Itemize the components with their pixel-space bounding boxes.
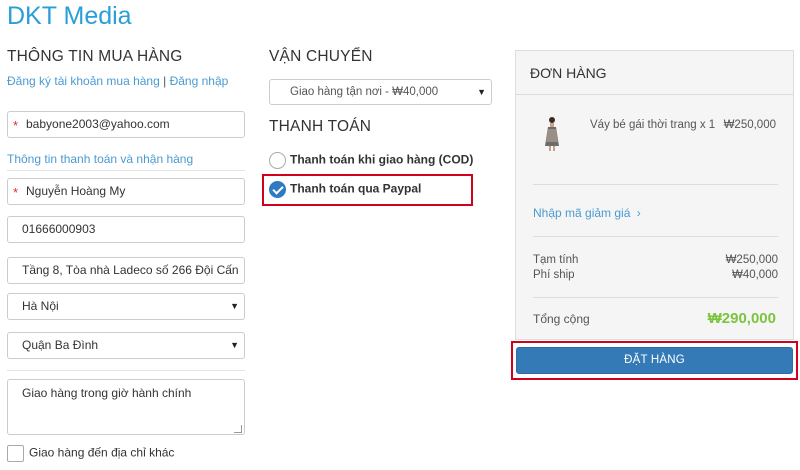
chevron-right-icon: › bbox=[636, 206, 641, 220]
divider bbox=[533, 184, 778, 185]
required-icon: * bbox=[13, 185, 19, 200]
divider bbox=[533, 297, 778, 298]
ship-other-label: Giao hàng đến địa chỉ khác bbox=[29, 445, 175, 460]
divider bbox=[533, 236, 778, 237]
email-field[interactable]: * babyone2003@yahoo.com bbox=[7, 111, 245, 138]
payment-option-cod[interactable]: Thanh toán khi giao hàng (COD) bbox=[269, 152, 473, 169]
required-icon: * bbox=[13, 118, 19, 133]
item-price: ₩250,000 bbox=[723, 119, 776, 131]
subtotal-value: ₩250,000 bbox=[725, 254, 778, 266]
link-separator: | bbox=[163, 74, 167, 88]
order-summary-panel: ĐƠN HÀNG Váy bé gái thời trang x 1 ₩250,… bbox=[515, 50, 794, 340]
caret-down-icon: ▼ bbox=[477, 87, 486, 97]
divider bbox=[7, 170, 245, 171]
total-value: ₩290,000 bbox=[707, 310, 776, 327]
address-field[interactable]: Tầng 8, Tòa nhà Ladeco số 266 Đội Cấn bbox=[7, 257, 245, 284]
cod-radio[interactable] bbox=[269, 152, 286, 169]
ship-other-address-row[interactable]: Giao hàng đến địa chỉ khác bbox=[7, 445, 174, 462]
shipping-fee-label: Phí ship bbox=[533, 269, 575, 281]
delivery-note-value: Giao hàng trong giờ hành chính bbox=[22, 386, 192, 400]
email-value: babyone2003@yahoo.com bbox=[26, 117, 170, 131]
phone-value: 01666000903 bbox=[22, 222, 96, 236]
district-select[interactable]: Quận Ba Đình ▼ bbox=[7, 332, 245, 359]
divider bbox=[7, 370, 245, 371]
cod-label: Thanh toán khi giao hàng (COD) bbox=[290, 152, 474, 167]
coupon-label: Nhập mã giảm giá bbox=[533, 206, 631, 220]
total-label: Tổng cộng bbox=[533, 312, 590, 326]
order-title: ĐƠN HÀNG bbox=[516, 51, 793, 95]
item-name: Váy bé gái thời trang x 1 bbox=[590, 119, 716, 131]
account-links: Đăng ký tài khoản mua hàng | Đăng nhập bbox=[7, 74, 228, 88]
coupon-link[interactable]: Nhập mã giảm giá › bbox=[533, 206, 641, 220]
address-value: Tầng 8, Tòa nhà Ladeco số 266 Đội Cấn bbox=[22, 263, 239, 277]
shipping-method-select[interactable]: Giao hàng tận nơi - ₩40,000 ▼ bbox=[269, 79, 492, 105]
subtotal-row: Tạm tính ₩250,000 bbox=[533, 254, 778, 266]
full-name-field[interactable]: * Nguyễn Hoàng My bbox=[7, 178, 245, 205]
brand-logo[interactable]: DKT Media bbox=[7, 2, 132, 31]
billing-info-link[interactable]: Thông tin thanh toán và nhận hàng bbox=[7, 152, 193, 166]
shipping-method-value: Giao hàng tận nơi - ₩40,000 bbox=[290, 86, 439, 98]
subtotal-label: Tạm tính bbox=[533, 254, 579, 266]
dress-thumbnail-icon bbox=[545, 117, 559, 151]
delivery-note-field[interactable]: Giao hàng trong giờ hành chính bbox=[7, 379, 245, 435]
city-select[interactable]: Hà Nội ▼ bbox=[7, 293, 245, 320]
ship-other-checkbox[interactable] bbox=[7, 445, 24, 462]
resize-grip-icon[interactable] bbox=[234, 425, 242, 433]
phone-field[interactable]: 01666000903 bbox=[7, 216, 245, 243]
buyer-info-section: THÔNG TIN MUA HÀNG Đăng ký tài khoản mua… bbox=[7, 48, 247, 462]
shipping-fee-row: Phí ship ₩40,000 bbox=[533, 269, 778, 281]
caret-down-icon: ▼ bbox=[230, 301, 239, 311]
place-order-highlight-box bbox=[511, 341, 798, 380]
full-name-value: Nguyễn Hoàng My bbox=[26, 184, 126, 198]
paypal-highlight-box bbox=[262, 174, 473, 206]
district-value: Quận Ba Đình bbox=[22, 338, 99, 352]
caret-down-icon: ▼ bbox=[230, 340, 239, 350]
city-value: Hà Nội bbox=[22, 299, 59, 313]
login-link[interactable]: Đăng nhập bbox=[170, 74, 229, 88]
shipping-fee-value: ₩40,000 bbox=[731, 269, 778, 281]
payment-title: THANH TOÁN bbox=[269, 118, 372, 135]
shipping-title: VẬN CHUYỂN bbox=[269, 48, 373, 65]
register-link[interactable]: Đăng ký tài khoản mua hàng bbox=[7, 74, 160, 88]
buyer-info-title: THÔNG TIN MUA HÀNG bbox=[7, 48, 183, 65]
shipping-payment-section: VẬN CHUYỂN Giao hàng tận nơi - ₩40,000 ▼… bbox=[269, 48, 494, 198]
